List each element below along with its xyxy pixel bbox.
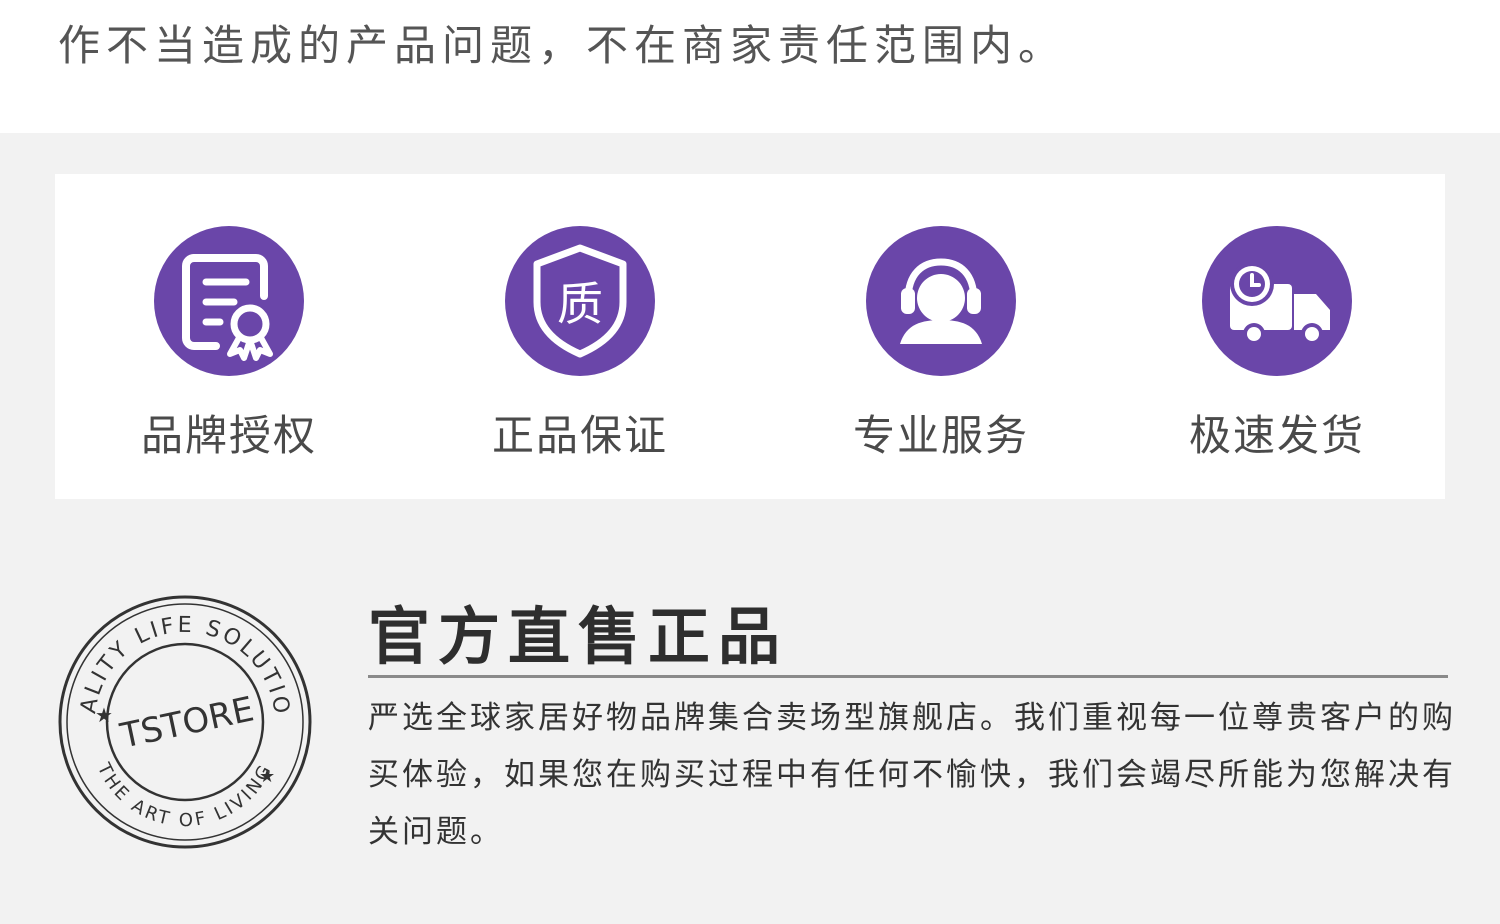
feature-fast-delivery: 极速发货 (1167, 226, 1387, 466)
tstore-seal-logo: QUALITY LIFE SOLUTIONS THE ART OF LIVING… (55, 592, 312, 849)
feature-professional-service: 专业服务 (831, 226, 1051, 466)
seal-outer-top-text: QUALITY LIFE SOLUTIONS (55, 592, 294, 718)
delivery-truck-icon (1202, 226, 1352, 376)
feature-genuine-guarantee: 质 正品保证 (470, 226, 690, 466)
feature-brand-authorization: 品牌授权 (119, 226, 339, 466)
seal-center-text: TSTORE (116, 689, 257, 756)
seal-star-right: ★ (259, 766, 275, 787)
feature-label: 极速发货 (1188, 411, 1365, 460)
info-divider (368, 675, 1448, 678)
info-title: 官方直售正品 (368, 600, 789, 673)
certificate-icon (154, 226, 304, 376)
notice-text: 作不当造成的产品问题，不在商家责任范围内。 (58, 21, 1067, 70)
customer-service-icon (866, 226, 1016, 376)
feature-label: 正品保证 (491, 411, 668, 460)
quality-shield-icon: 质 (505, 226, 655, 376)
feature-label: 专业服务 (852, 411, 1029, 460)
feature-label: 品牌授权 (140, 411, 317, 460)
feature-card: 品牌授权 质 正品保证 专业服务 极速发货 (55, 174, 1445, 499)
info-description: 严选全球家居好物品牌集合卖场型旗舰店。我们重视每一位尊贵客户的购买体验，如果您在… (368, 700, 1456, 850)
seal-star-left: ★ (95, 703, 113, 727)
top-band: 作不当造成的产品问题，不在商家责任范围内。 (0, 0, 1500, 133)
quality-glyph: 质 (557, 277, 603, 331)
